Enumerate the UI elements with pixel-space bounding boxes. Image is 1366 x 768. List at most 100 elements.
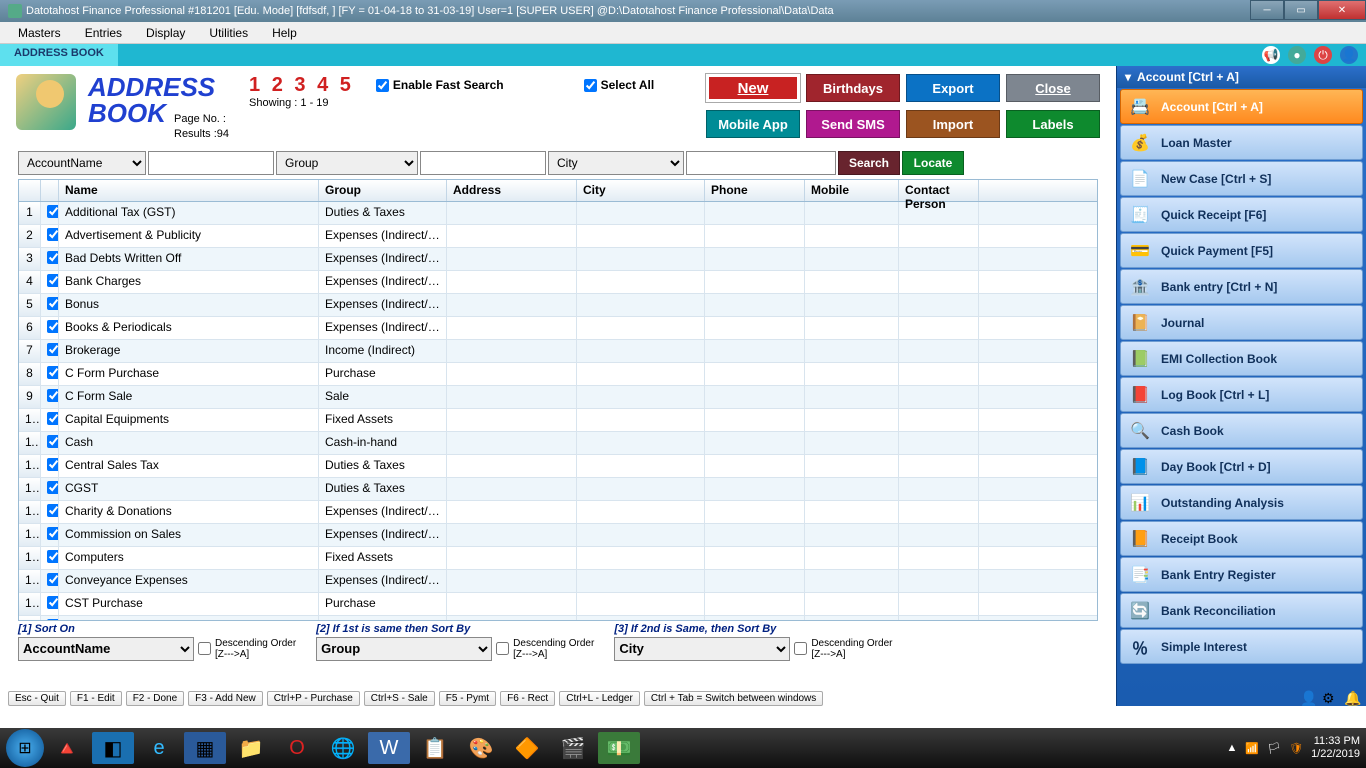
sort2-select[interactable]: Group (316, 637, 492, 661)
select-all-checkbox[interactable]: Select All (584, 78, 655, 92)
filter-accountname-select[interactable]: AccountName (18, 151, 146, 175)
taskbar-ie-icon[interactable]: e (138, 732, 180, 764)
table-row[interactable]: 2Advertisement & PublicityExpenses (Indi… (19, 225, 1097, 248)
menu-masters[interactable]: Masters (6, 24, 73, 42)
sort2-desc-checkbox[interactable] (496, 642, 509, 655)
enable-fast-search-checkbox[interactable]: Enable Fast Search (376, 78, 504, 92)
filter-group-input[interactable] (420, 151, 546, 175)
close-window-button[interactable]: ✕ (1318, 0, 1366, 20)
side-panel-item[interactable]: 🔄Bank Reconciliation (1120, 593, 1363, 628)
table-row[interactable]: 16ComputersFixed Assets (19, 547, 1097, 570)
tray-flag-icon[interactable]: 🏳 (1267, 742, 1281, 755)
filter-group-select[interactable]: Group (276, 151, 418, 175)
taskbar-app6-icon[interactable]: 💵 (598, 732, 640, 764)
status-icon[interactable]: ● (1288, 46, 1306, 64)
tray-network-icon[interactable]: 📶 (1245, 742, 1259, 755)
side-panel-item[interactable]: 📑Bank Entry Register (1120, 557, 1363, 592)
sort1-select[interactable]: AccountName (18, 637, 194, 661)
table-row[interactable]: 18CST PurchasePurchase (19, 593, 1097, 616)
table-row[interactable]: 15Commission on SalesExpenses (Indirect/… (19, 524, 1097, 547)
taskbar-word-icon[interactable]: W (368, 732, 410, 764)
taskbar-explorer-icon[interactable]: 📁 (230, 732, 272, 764)
grid-body[interactable]: 1Additional Tax (GST)Duties & Taxes2Adve… (19, 202, 1097, 621)
table-row[interactable]: 3Bad Debts Written OffExpenses (Indirect… (19, 248, 1097, 271)
table-row[interactable]: 6Books & PeriodicalsExpenses (Indirect/A… (19, 317, 1097, 340)
taskbar-app4-icon[interactable]: 🔶 (506, 732, 548, 764)
side-panel-item[interactable]: 📔Journal (1120, 305, 1363, 340)
close-button[interactable]: Close (1006, 74, 1100, 102)
mobile-app-button[interactable]: Mobile App (706, 110, 800, 138)
taskbar-app1-icon[interactable]: ◧ (92, 732, 134, 764)
taskbar-opera-icon[interactable]: O (276, 732, 318, 764)
minimize-button[interactable]: ─ (1250, 0, 1284, 20)
menu-help[interactable]: Help (260, 24, 309, 42)
side-panel-item[interactable]: 🔍Cash Book (1120, 413, 1363, 448)
side-panel-item[interactable]: 🏦Bank entry [Ctrl + N] (1120, 269, 1363, 304)
new-button[interactable]: New (706, 74, 800, 102)
table-row[interactable]: 14Charity & DonationsExpenses (Indirect/… (19, 501, 1097, 524)
chevron-down-icon[interactable]: ▾ (1125, 70, 1131, 84)
taskbar-app3-icon[interactable]: 📋 (414, 732, 456, 764)
taskbar-chrome-icon[interactable]: 🌐 (322, 732, 364, 764)
search-button[interactable]: Search (838, 151, 900, 175)
side-panel-item[interactable]: 📕Log Book [Ctrl + L] (1120, 377, 1363, 412)
maximize-button[interactable]: ▭ (1284, 0, 1318, 20)
table-row[interactable]: 11CashCash-in-hand (19, 432, 1097, 455)
import-button[interactable]: Import (906, 110, 1000, 138)
tray-up-icon[interactable]: ▲ (1227, 742, 1238, 754)
tray-shield-icon[interactable]: 🛡 (1289, 742, 1303, 755)
sort3-desc-checkbox[interactable] (794, 642, 807, 655)
person-icon[interactable]: 👤 (1340, 46, 1358, 64)
export-button[interactable]: Export (906, 74, 1000, 102)
side-item-icon: ％ (1129, 636, 1151, 658)
tab-address-book[interactable]: ADDRESS BOOK (0, 44, 118, 66)
rp-footer-icon-2[interactable]: ⚙ (1322, 690, 1338, 706)
menu-display[interactable]: Display (134, 24, 197, 42)
menu-entries[interactable]: Entries (73, 24, 134, 42)
filter-city-input[interactable] (686, 151, 836, 175)
labels-button[interactable]: Labels (1006, 110, 1100, 138)
side-panel-item[interactable]: ％Simple Interest (1120, 629, 1363, 664)
side-panel-item[interactable]: 📊Outstanding Analysis (1120, 485, 1363, 520)
table-row[interactable]: 8C Form PurchasePurchase (19, 363, 1097, 386)
table-row[interactable]: 7BrokerageIncome (Indirect) (19, 340, 1097, 363)
shortcut-hint: F3 - Add New (188, 691, 263, 706)
send-sms-button[interactable]: Send SMS (806, 110, 900, 138)
side-panel-item[interactable]: 💰Loan Master (1120, 125, 1363, 160)
side-panel-item[interactable]: 🧾Quick Receipt [F6] (1120, 197, 1363, 232)
table-row[interactable]: 17Conveyance ExpensesExpenses (Indirect/… (19, 570, 1097, 593)
filter-city-select[interactable]: City (548, 151, 684, 175)
birthdays-button[interactable]: Birthdays (806, 74, 900, 102)
sort1-desc-checkbox[interactable] (198, 642, 211, 655)
taskbar-paint-icon[interactable]: 🎨 (460, 732, 502, 764)
table-row[interactable]: 9C Form SaleSale (19, 386, 1097, 409)
start-button[interactable]: ⊞ (6, 729, 44, 767)
side-item-icon: 🏦 (1129, 276, 1151, 298)
side-panel-item[interactable]: 📙Receipt Book (1120, 521, 1363, 556)
table-row[interactable]: 13CGSTDuties & Taxes (19, 478, 1097, 501)
table-row[interactable]: 12Central Sales TaxDuties & Taxes (19, 455, 1097, 478)
table-row[interactable]: 10Capital EquipmentsFixed Assets (19, 409, 1097, 432)
taskbar-vlc-icon[interactable]: 🔺 (46, 732, 88, 764)
side-panel-item[interactable]: 📗EMI Collection Book (1120, 341, 1363, 376)
power-icon[interactable]: ⏻ (1314, 46, 1332, 64)
side-panel-item[interactable]: 📇Account [Ctrl + A] (1120, 89, 1363, 124)
table-row[interactable]: 19CST SalesSale (19, 616, 1097, 621)
side-panel-item[interactable]: 💳Quick Payment [F5] (1120, 233, 1363, 268)
locate-button[interactable]: Locate (902, 151, 964, 175)
system-clock[interactable]: 11:33 PM 1/22/2019 (1311, 735, 1360, 761)
announce-icon[interactable]: 📢 (1262, 46, 1280, 64)
filter-accountname-input[interactable] (148, 151, 274, 175)
sort3-select[interactable]: City (614, 637, 790, 661)
taskbar-app2-icon[interactable]: ▦ (184, 732, 226, 764)
table-row[interactable]: 5BonusExpenses (Indirect/A... (19, 294, 1097, 317)
side-panel-item[interactable]: 📄New Case [Ctrl + S] (1120, 161, 1363, 196)
side-panel-item[interactable]: 📘Day Book [Ctrl + D] (1120, 449, 1363, 484)
rp-footer-icon-3[interactable]: 🔔 (1344, 690, 1360, 706)
taskbar-app5-icon[interactable]: 🎬 (552, 732, 594, 764)
table-row[interactable]: 1Additional Tax (GST)Duties & Taxes (19, 202, 1097, 225)
rp-footer-icon-1[interactable]: 👤 (1300, 690, 1316, 706)
side-item-icon: 🔄 (1129, 600, 1151, 622)
menu-utilities[interactable]: Utilities (197, 24, 260, 42)
table-row[interactable]: 4Bank ChargesExpenses (Indirect/A... (19, 271, 1097, 294)
